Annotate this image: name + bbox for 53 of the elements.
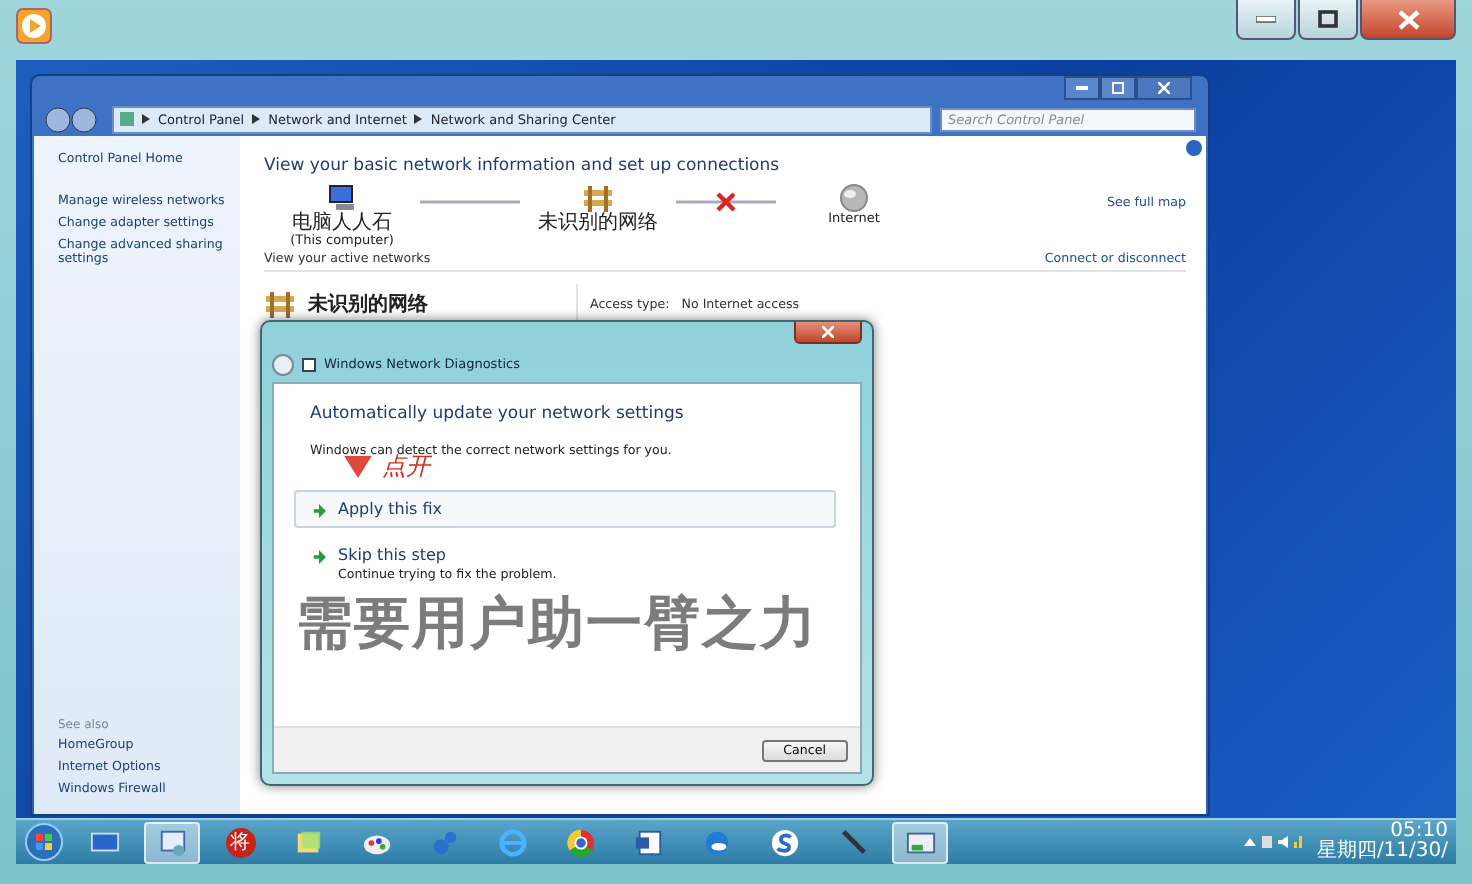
maximize-button[interactable] xyxy=(1298,0,1358,40)
maximize-icon xyxy=(1318,10,1338,28)
annotation-text: 点开 xyxy=(382,454,430,478)
s-logo-icon xyxy=(769,827,799,857)
document-icon xyxy=(633,827,663,857)
chevron-icon xyxy=(414,114,423,124)
bench-icon xyxy=(264,290,296,319)
window-icon xyxy=(302,357,316,371)
close-button[interactable] xyxy=(1360,0,1456,40)
badge-icon: 将 xyxy=(225,827,255,857)
close-button[interactable] xyxy=(1136,76,1192,100)
diagnostics-window-icon xyxy=(905,827,935,857)
close-icon xyxy=(1158,82,1170,94)
node-label: 未识别的网络 xyxy=(538,212,658,234)
tray-icons-drawing[interactable] xyxy=(1244,834,1305,850)
dialog-heading: Automatically update your network settings xyxy=(310,404,686,424)
network-window-icon xyxy=(157,827,187,857)
bench-icon xyxy=(582,184,614,212)
chevron-icon xyxy=(142,114,150,124)
close-icon xyxy=(822,326,834,338)
control-panel-icon xyxy=(120,112,134,126)
globe-icon xyxy=(838,184,870,212)
close-icon xyxy=(1397,9,1419,29)
minimize-icon xyxy=(1076,86,1088,90)
clock[interactable]: 05:10 星期四/11/30/ xyxy=(1316,822,1448,862)
taskbar-button[interactable] xyxy=(144,821,200,863)
minimize-button[interactable] xyxy=(1064,76,1100,100)
arrow-icon xyxy=(312,504,326,518)
network-name: 未识别的网络 xyxy=(308,291,430,319)
monitor-icon xyxy=(89,827,119,857)
play-icon xyxy=(16,8,52,44)
maximize-icon xyxy=(1112,82,1124,94)
node-label: 电脑人人石 xyxy=(292,212,392,234)
minimize-icon xyxy=(1256,15,1276,23)
page-heading: View your basic network information and set up connections xyxy=(264,156,782,176)
close-button[interactable] xyxy=(794,322,862,344)
minimize-button[interactable] xyxy=(1236,0,1296,40)
caption-text: 需要用户助一臂之力 xyxy=(296,588,818,660)
computer-icon xyxy=(326,184,358,212)
back-icon[interactable] xyxy=(272,353,294,375)
maximize-button[interactable] xyxy=(1100,76,1136,100)
sticky-note-icon xyxy=(293,827,323,857)
taskbar-button[interactable] xyxy=(892,821,948,863)
help-icon[interactable] xyxy=(1186,140,1202,156)
start-orb-icon[interactable] xyxy=(24,822,64,862)
taskbar-button[interactable]: 将 xyxy=(212,821,268,863)
e-logo-icon xyxy=(497,827,527,857)
down-triangle-icon xyxy=(342,456,374,478)
broken-connection-icon xyxy=(676,188,776,216)
chevron-icon xyxy=(252,114,261,124)
arrow-icon xyxy=(312,550,326,564)
option-link[interactable]: Apply this fix xyxy=(294,490,836,528)
round-logo-icon xyxy=(565,827,595,857)
